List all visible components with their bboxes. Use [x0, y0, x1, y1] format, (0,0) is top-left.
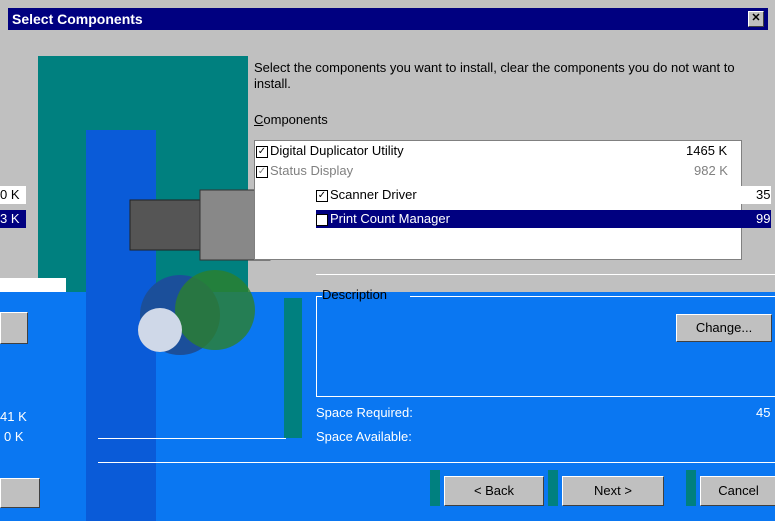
left-button-fragment [0, 478, 40, 508]
next-button-label: Next > [594, 483, 632, 498]
checkbox[interactable]: ✓ [316, 189, 328, 202]
teal-back-bar [430, 470, 440, 506]
cancel-button-label: Cancel [718, 483, 759, 498]
cancel-button[interactable]: Cancel [700, 476, 775, 506]
component-label: Status Display [270, 163, 354, 178]
component-row[interactable]: ✓ Scanner Driver 35 [316, 186, 771, 204]
left-panel-fragment [0, 278, 66, 292]
description-frame-bottom [316, 396, 775, 397]
list-bottom-line [316, 274, 775, 275]
components-label: Components [254, 112, 328, 127]
component-label: Scanner Driver [330, 187, 417, 202]
component-size: 99 [756, 211, 771, 226]
component-row[interactable]: ✓ Digital Duplicator Utility 1465 K [256, 142, 736, 160]
window-title: Select Components [12, 11, 143, 27]
back-button[interactable]: < Back [444, 476, 544, 506]
component-size: 982 K [694, 163, 728, 178]
checkbox[interactable]: ✓ [256, 165, 268, 178]
title-bar: Select Components ✕ [8, 8, 768, 30]
description-label: Description [322, 287, 388, 302]
change-button-label: Change... [695, 320, 753, 335]
space-available-label: Space Available: [316, 429, 412, 444]
instructions-text: Select the components you want to instal… [254, 60, 735, 91]
component-size: 35 [756, 187, 771, 202]
description-frame-side [316, 296, 317, 396]
next-button[interactable]: Next > [562, 476, 664, 506]
teal-cancel-bar [686, 470, 696, 506]
component-size: 1465 K [686, 143, 728, 158]
checkbox[interactable]: ✓ [316, 213, 328, 226]
space-required-value: 45 [756, 405, 771, 420]
left-space-fragment: 41 K [0, 409, 27, 424]
component-row[interactable]: ✓ Print Count Manager 99 [316, 210, 771, 228]
component-label: Print Count Manager [330, 211, 450, 226]
left-separator [98, 438, 286, 439]
button-separator [98, 462, 775, 463]
left-size-fragment: 3 K [0, 210, 26, 228]
component-row[interactable]: ✓ Status Display 982 K [256, 162, 736, 180]
component-label: Digital Duplicator Utility [270, 143, 404, 158]
teal-next-bar [548, 470, 558, 506]
left-button-fragment [0, 312, 28, 344]
checkbox[interactable]: ✓ [256, 145, 268, 158]
left-size-fragment: 0 K [0, 186, 26, 204]
space-required-label: Space Required: [316, 405, 413, 420]
close-icon[interactable]: ✕ [748, 11, 764, 27]
back-button-label: < Back [473, 483, 515, 498]
change-button[interactable]: Change... [676, 314, 772, 342]
left-space-fragment: 0 K [4, 429, 24, 444]
description-frame-top [410, 296, 775, 297]
